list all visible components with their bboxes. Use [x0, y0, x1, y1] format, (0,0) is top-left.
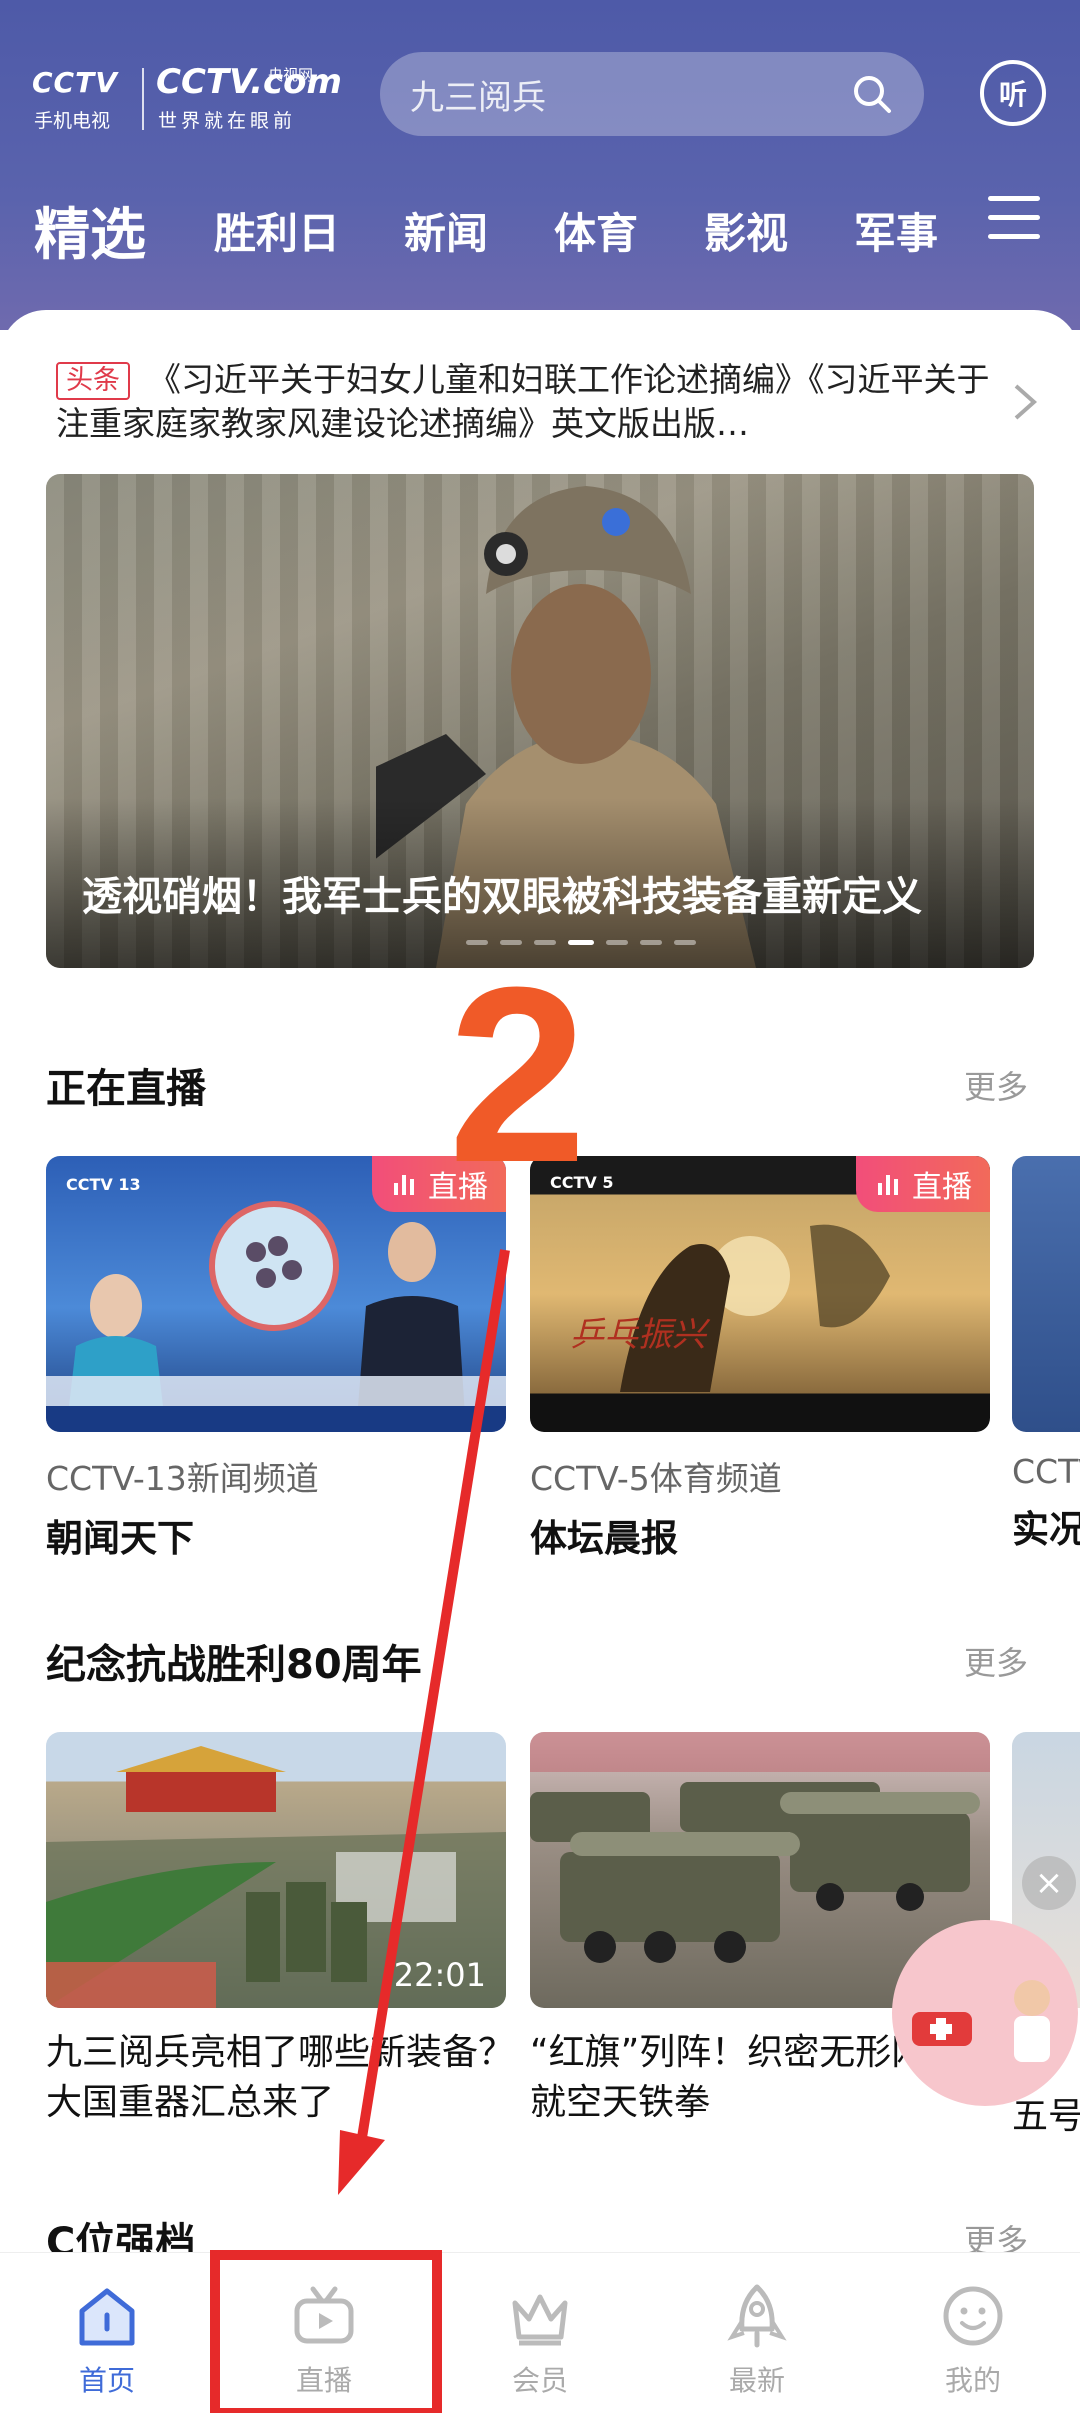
- nav-latest[interactable]: 最新: [692, 2281, 822, 2399]
- live-bars-icon: [878, 1173, 898, 1195]
- logo-divider: [142, 68, 144, 130]
- hero-banner[interactable]: 透视硝烟！我军士兵的双眼被科技装备重新定义: [46, 474, 1034, 968]
- nav-home[interactable]: 首页: [42, 2281, 172, 2399]
- live-thumbnail: [1012, 1156, 1080, 1432]
- headline-badge: 头条: [56, 362, 130, 400]
- channel-name: CCTV-5体育频道: [530, 1459, 782, 1498]
- headline-text: 《习近平关于妇女儿童和妇联工作论述摘编》《习近平关于注重家庭家教家风建设论述摘编…: [56, 360, 990, 443]
- tab-film[interactable]: 影视: [704, 200, 788, 261]
- channel-name: CCTV-13新闻频道: [46, 1459, 319, 1498]
- program-name: 朝闻天下: [46, 1517, 194, 1560]
- home-icon: [79, 2288, 135, 2346]
- nav-label: 我的: [944, 2364, 1001, 2397]
- logo-cctv-com: CCTV.com: [156, 62, 342, 102]
- tab-military[interactable]: 军事: [854, 200, 938, 261]
- logo-badge: 央视网: [268, 66, 314, 84]
- program-name: 实况: [1012, 1508, 1080, 1551]
- svg-text:乒乓振兴: 乒乓振兴: [570, 1315, 711, 1355]
- close-icon[interactable]: ×: [1022, 1856, 1076, 1910]
- logo-cctv: CCTV: [32, 66, 118, 99]
- memorial-more-link[interactable]: 更多: [964, 1638, 1028, 1684]
- live-card[interactable]: CCTV 5 乒乓振兴 直播 CCTV-5体育频道 体坛晨报: [530, 1156, 990, 1562]
- search-icon: [854, 76, 891, 113]
- live-thumbnail: CCTV 13 直播: [46, 1156, 506, 1432]
- tab-news[interactable]: 新闻: [404, 200, 488, 261]
- live-thumbnail: CCTV 5 乒乓振兴 直播: [530, 1156, 990, 1432]
- annotation-highlight-box: [210, 2250, 442, 2413]
- medical-icon: [912, 1980, 1050, 2062]
- nav-label: 最新: [728, 2364, 785, 2397]
- channel-name: CCTV: [1012, 1452, 1080, 1491]
- video-duration: 22:01: [393, 1956, 486, 1994]
- channel-tabs: 精选 胜利日 新闻 体育 影视 军事: [0, 190, 1080, 270]
- nav-vip[interactable]: 会员: [475, 2281, 605, 2399]
- video-title: 九三阅兵亮相了哪些新装备？大国重器汇总来了: [46, 2032, 515, 2123]
- banner-caption: 透视硝烟！我军士兵的双眼被科技装备重新定义: [82, 874, 922, 920]
- live-badge: 直播: [856, 1156, 990, 1212]
- nav-label: 会员: [511, 2364, 568, 2397]
- live-bars-icon: [394, 1173, 414, 1195]
- listen-button[interactable]: 听: [980, 60, 1046, 126]
- rocket-icon: [727, 2284, 787, 2348]
- search-bar[interactable]: 九三阅兵: [380, 52, 924, 136]
- bottom-navigation: 首页 直播 会员 最新 我的: [0, 2252, 1080, 2413]
- tab-sports[interactable]: 体育: [554, 200, 638, 261]
- section-title-memorial: 纪念抗战胜利80周年: [46, 1642, 422, 1688]
- section-title-live: 正在直播: [46, 1066, 206, 1112]
- logo-mobile-tv: 手机电视: [34, 110, 111, 132]
- headline-news[interactable]: 头条 《习近平关于妇女儿童和妇联工作论述摘编》《习近平关于注重家庭家教家风建设论述…: [56, 358, 996, 446]
- logo-slogan: 世界就在眼前: [158, 110, 297, 132]
- menu-icon[interactable]: [988, 196, 1040, 244]
- svg-text:CCTV 13: CCTV 13: [66, 1175, 141, 1194]
- tab-featured[interactable]: 精选: [34, 190, 146, 271]
- live-more-link[interactable]: 更多: [964, 1062, 1028, 1108]
- crown-icon: [512, 2294, 568, 2346]
- annotation-step-number: 2: [448, 935, 588, 1214]
- nav-label: 首页: [78, 2364, 135, 2397]
- chevron-right-icon[interactable]: [1010, 380, 1040, 424]
- search-placeholder: 九三阅兵: [410, 77, 546, 118]
- live-card[interactable]: CCTV 13 直播 CCTV-13新闻频道 朝闻天下: [46, 1156, 506, 1562]
- smiley-icon: [943, 2286, 1003, 2346]
- video-card[interactable]: 22:01 九三阅兵亮相了哪些新装备？大国重器汇总来了: [46, 1732, 514, 2128]
- cctv-logo[interactable]: CCTV 手机电视 CCTV.com 央视网 世界就在眼前: [32, 58, 342, 138]
- app-header: CCTV 手机电视 CCTV.com 央视网 世界就在眼前 九三阅兵 听 精选 …: [0, 0, 1080, 330]
- live-card[interactable]: CCTV 实况: [1012, 1156, 1080, 1553]
- video-thumbnail: 22:01: [46, 1732, 506, 2008]
- nav-mine[interactable]: 我的: [908, 2281, 1038, 2399]
- program-name: 体坛晨报: [530, 1517, 678, 1560]
- tab-victory-day[interactable]: 胜利日: [214, 200, 340, 261]
- floating-ad[interactable]: [892, 1920, 1078, 2106]
